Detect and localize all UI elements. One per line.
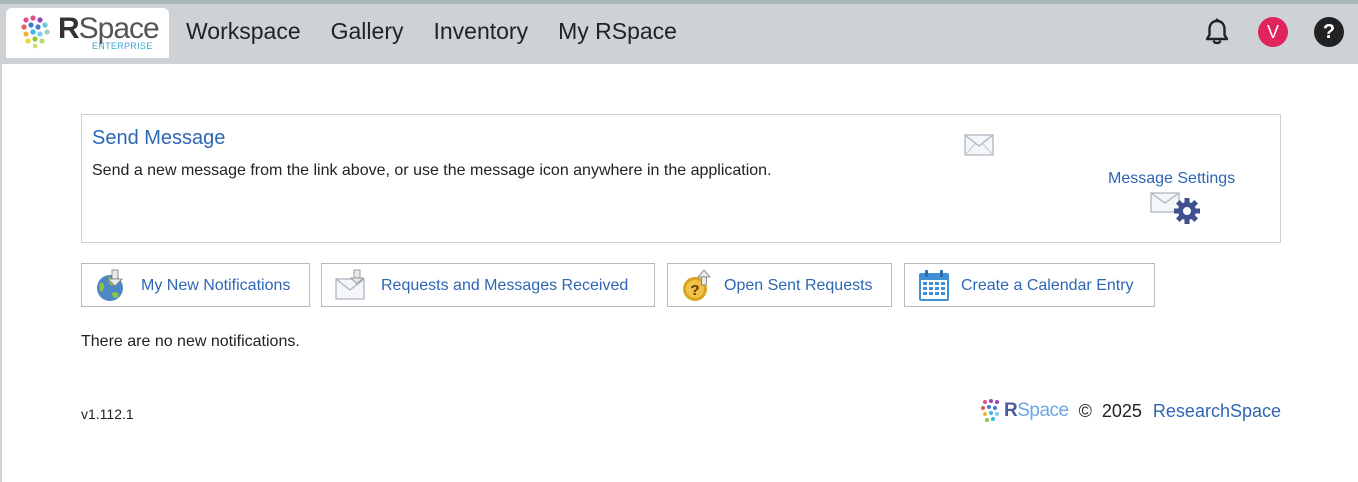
open-sent-requests-button[interactable]: ? Open Sent Requests — [667, 263, 892, 307]
footer-logo-dots-icon — [981, 399, 999, 422]
copyright-symbol: © — [1078, 400, 1092, 421]
calendar-icon — [919, 270, 949, 301]
notifications-bell-icon[interactable] — [1202, 16, 1232, 48]
researchspace-link[interactable]: ResearchSpace — [1153, 401, 1281, 422]
footer-rspace-wordmark: RSpace — [1004, 400, 1069, 421]
left-border — [0, 64, 2, 482]
copyright-year: 2025 — [1101, 400, 1142, 421]
main-nav: Workspace Gallery Inventory My RSpace — [186, 18, 677, 45]
message-settings-link[interactable]: Message Settings — [1108, 170, 1235, 188]
create-calendar-entry-label: Create a Calendar Entry — [961, 277, 1134, 294]
nav-my-rspace[interactable]: My RSpace — [558, 18, 677, 45]
rspace-logo-dots-icon — [21, 15, 50, 49]
footer-branding: RSpace © 2025 ResearchSpace — [980, 396, 1281, 426]
open-sent-requests-label: Open Sent Requests — [724, 277, 873, 294]
nav-workspace[interactable]: Workspace — [186, 18, 301, 45]
no-notifications-text: There are no new notifications. — [81, 333, 300, 350]
nav-gallery[interactable]: Gallery — [331, 18, 404, 45]
top-navigation-bar: RSpace ENTERPRISE Workspace Gallery Inve… — [0, 0, 1358, 64]
my-new-notifications-label: My New Notifications — [141, 277, 291, 294]
send-message-description: Send a new message from the link above, … — [92, 162, 772, 179]
send-message-link[interactable]: Send Message — [92, 127, 225, 150]
envelope-inbox-icon — [335, 269, 365, 300]
edition-label: ENTERPRISE — [92, 41, 153, 51]
header-actions: V ? — [1202, 16, 1344, 48]
help-icon[interactable]: ? — [1314, 17, 1344, 47]
send-message-panel: Send Message Send a new message from the… — [81, 114, 1281, 243]
message-settings-gear-icon[interactable] — [1150, 191, 1202, 225]
nav-inventory[interactable]: Inventory — [433, 18, 528, 45]
my-new-notifications-button[interactable]: My New Notifications — [81, 263, 310, 307]
globe-download-icon — [97, 269, 123, 301]
question-upload-icon: ? — [683, 269, 711, 301]
rspace-logo[interactable]: RSpace ENTERPRISE — [6, 8, 169, 58]
footer-rspace-logo: RSpace — [980, 398, 1069, 424]
user-avatar[interactable]: V — [1258, 17, 1288, 47]
envelope-icon[interactable] — [964, 134, 994, 156]
create-calendar-entry-button[interactable]: Create a Calendar Entry — [904, 263, 1155, 307]
version-label: v1.112.1 — [81, 406, 134, 422]
requests-messages-received-label: Requests and Messages Received — [381, 277, 629, 294]
requests-messages-received-button[interactable]: Requests and Messages Received — [321, 263, 655, 307]
svg-text:?: ? — [690, 282, 699, 299]
